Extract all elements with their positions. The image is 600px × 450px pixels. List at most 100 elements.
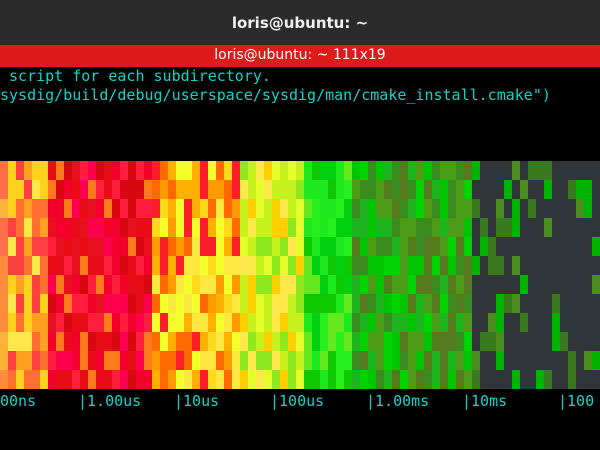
heatmap-cell	[120, 275, 128, 294]
heatmap-cell	[408, 237, 416, 256]
heatmap-cell	[544, 161, 552, 180]
heatmap-cell	[360, 237, 368, 256]
heatmap-cell	[120, 351, 128, 370]
heatmap-cell	[496, 237, 504, 256]
heatmap-cell	[504, 161, 512, 180]
heatmap-cell	[568, 370, 576, 389]
heatmap-cell	[32, 180, 40, 199]
heatmap-cell	[112, 180, 120, 199]
heatmap-cell	[352, 256, 360, 275]
heatmap-cell	[512, 218, 520, 237]
heatmap-cell	[344, 180, 352, 199]
heatmap-cell	[248, 161, 256, 180]
heatmap-cell	[224, 256, 232, 275]
heatmap-cell	[440, 180, 448, 199]
heatmap-cell	[512, 275, 520, 294]
heatmap-cell	[528, 218, 536, 237]
heatmap-cell	[392, 161, 400, 180]
heatmap-cell	[248, 370, 256, 389]
heatmap-cell	[448, 332, 456, 351]
heatmap-cell	[528, 199, 536, 218]
heatmap-cell	[456, 180, 464, 199]
heatmap-cell	[40, 294, 48, 313]
heatmap-cell	[0, 351, 8, 370]
heatmap-cell	[16, 332, 24, 351]
heatmap-cell	[352, 351, 360, 370]
heatmap-cell	[400, 370, 408, 389]
heatmap-cell	[464, 370, 472, 389]
heatmap-cell	[80, 332, 88, 351]
heatmap-cell	[56, 218, 64, 237]
heatmap-cell	[288, 161, 296, 180]
heatmap-cell	[216, 256, 224, 275]
heatmap-cell	[136, 313, 144, 332]
heatmap-cell	[304, 237, 312, 256]
heatmap-cell	[504, 294, 512, 313]
heatmap-cell	[368, 199, 376, 218]
heatmap-cell	[592, 294, 600, 313]
heatmap-cell	[448, 351, 456, 370]
heatmap-cell	[272, 256, 280, 275]
heatmap-cell	[32, 218, 40, 237]
heatmap-cell	[16, 370, 24, 389]
heatmap-cell	[592, 199, 600, 218]
heatmap-cell	[152, 313, 160, 332]
heatmap-cell	[232, 275, 240, 294]
heatmap-cell	[176, 199, 184, 218]
heatmap-cell	[80, 370, 88, 389]
heatmap-cell	[544, 180, 552, 199]
heatmap-cell	[48, 237, 56, 256]
heatmap-cell	[56, 180, 64, 199]
heatmap-cell	[8, 332, 16, 351]
heatmap-cell	[416, 199, 424, 218]
heatmap-cell	[56, 237, 64, 256]
heatmap-cell	[464, 199, 472, 218]
heatmap-cell	[448, 313, 456, 332]
heatmap-cell	[200, 370, 208, 389]
heatmap-cell	[160, 180, 168, 199]
heatmap-cell	[376, 180, 384, 199]
heatmap-cell	[328, 161, 336, 180]
window-title: loris@ubuntu: ~	[231, 14, 369, 32]
heatmap-cell	[400, 332, 408, 351]
heatmap-cell	[184, 332, 192, 351]
heatmap-cell	[536, 180, 544, 199]
heatmap-cell	[184, 351, 192, 370]
heatmap-cell	[376, 351, 384, 370]
heatmap-cell	[24, 294, 32, 313]
heatmap-cell	[216, 180, 224, 199]
heatmap-cell	[240, 294, 248, 313]
heatmap-cell	[224, 370, 232, 389]
heatmap-cell	[360, 199, 368, 218]
heatmap-cell	[560, 275, 568, 294]
window-titlebar[interactable]: loris@ubuntu: ~	[0, 0, 600, 45]
heatmap-cell	[176, 313, 184, 332]
heatmap-cell	[392, 256, 400, 275]
heatmap-cell	[488, 313, 496, 332]
heatmap-cell	[432, 256, 440, 275]
heatmap-cell	[80, 294, 88, 313]
heatmap-cell	[464, 218, 472, 237]
heatmap-cell	[112, 332, 120, 351]
heatmap-cell	[64, 218, 72, 237]
heatmap-cell	[216, 332, 224, 351]
heatmap-cell	[552, 275, 560, 294]
heatmap-cell	[24, 256, 32, 275]
heatmap-cell	[192, 237, 200, 256]
heatmap-cell	[312, 294, 320, 313]
heatmap-cell	[296, 313, 304, 332]
heatmap-cell	[528, 256, 536, 275]
heatmap-cell	[312, 256, 320, 275]
heatmap-cell	[536, 332, 544, 351]
heatmap-cell	[120, 218, 128, 237]
heatmap-cell	[160, 313, 168, 332]
heatmap-cell	[0, 180, 8, 199]
heatmap-cell	[424, 218, 432, 237]
heatmap-cell	[584, 313, 592, 332]
heatmap-cell	[296, 275, 304, 294]
heatmap-cell	[200, 294, 208, 313]
heatmap-cell	[8, 180, 16, 199]
heatmap-cell	[24, 370, 32, 389]
heatmap-cell	[80, 161, 88, 180]
heatmap-cell	[40, 237, 48, 256]
